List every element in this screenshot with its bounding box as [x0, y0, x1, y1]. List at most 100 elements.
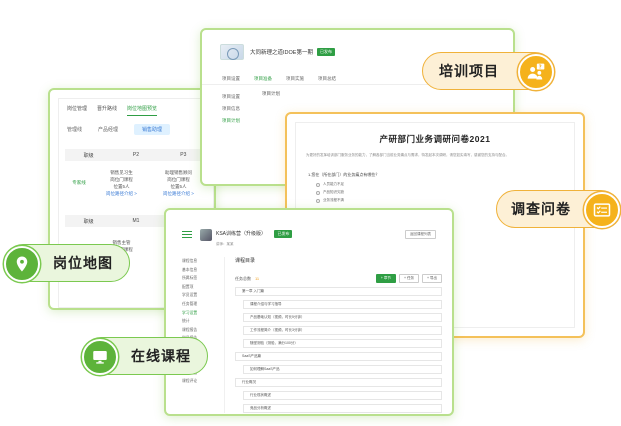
job-course: 岗位门课程: [167, 177, 190, 182]
header-p2: P2: [132, 152, 140, 158]
training-sidebar: 项目设置 项目信息 项目计划: [214, 91, 262, 127]
status-badge: 已发布: [274, 230, 293, 238]
course-sidebar: 课程信息基本信息所属标签配置项学员设置任务管理学习设置统计课程报告学员报告讲师报…: [176, 257, 224, 413]
job-title: 销售见习生: [110, 170, 133, 175]
radio-icon[interactable]: [316, 190, 320, 195]
task-item[interactable]: 随堂测验（测验，满分100分）: [243, 339, 442, 348]
tab-job-map-preview[interactable]: 岗位地图预览: [127, 105, 158, 116]
tab-project-execute[interactable]: 项目实施: [286, 76, 304, 82]
course-title-group: KSA训练营（升级版） 已发布 讲师：某某: [212, 222, 293, 247]
monitor-icon: [82, 339, 118, 375]
checklist-icon: [584, 192, 620, 228]
job-path-link[interactable]: 岗位路径介绍 >: [150, 190, 207, 197]
project-title: 大同新理之道IDOE第一期: [250, 50, 313, 56]
people-question-icon: ?: [518, 54, 554, 90]
course-body: 课程信息基本信息所属标签配置项学员设置任务管理学习设置统计课程报告学员报告讲师报…: [166, 251, 452, 414]
menu-icon[interactable]: [182, 230, 192, 239]
job-cell[interactable]: 助理销售顾问 岗位门课程 位置5人 岗位路径介绍 >: [150, 169, 207, 197]
job-map-header: 职级 P2 P3: [65, 149, 207, 161]
training-project-badge[interactable]: 培训项目 ?: [422, 52, 554, 90]
task-item[interactable]: 如何理解SaaS产品: [243, 365, 442, 374]
svg-text:?: ?: [539, 65, 543, 71]
badge-label: 岗位地图: [53, 255, 113, 271]
add-chapter-button[interactable]: + 章节: [375, 274, 396, 283]
badge-label: 在线课程: [131, 348, 191, 364]
status-badge: 已发布: [316, 48, 335, 56]
subtab-product-manager[interactable]: 产品经理: [98, 126, 118, 133]
sidebar-item-settings[interactable]: 项目设置: [222, 91, 262, 103]
chapter-list: 第一章 入门篇课程介绍与学习指导 产品基础认知（视频，时长5分钟） 工作流程简介（视…: [235, 287, 442, 413]
sidebar-item[interactable]: 统计: [182, 317, 224, 326]
course-thumbnail: [200, 228, 212, 241]
row-label: 专家线: [72, 180, 86, 185]
sidebar-item[interactable]: 基本信息: [182, 266, 224, 275]
survey-question: 1.您在（所在部门）的业务痛点有哪些？: [308, 172, 380, 177]
job-map-tabs: 岗位管理 晋升路线 岗位地图预览: [59, 99, 213, 116]
course-subtitle: 讲师：某某: [216, 242, 234, 246]
project-thumbnail: [220, 44, 244, 60]
survey-title: 产研部门业务调研问卷2021: [379, 134, 491, 144]
job-map-badge[interactable]: 岗位地图: [4, 244, 130, 282]
job-map-subtabs: 管理线 产品经理 销售助理: [59, 116, 213, 139]
job-seats: 位置5人: [170, 184, 187, 189]
tab-job-manage[interactable]: 岗位管理: [67, 105, 87, 116]
job-seats: 位置5人: [113, 184, 130, 189]
job-cell[interactable]: 销售见习生 岗位门课程 位置5人 岗位路径介绍 >: [93, 169, 150, 197]
subtab-sales-assistant[interactable]: 销售助理: [134, 124, 171, 135]
task-count: 11: [255, 276, 260, 281]
online-course-card: KSA训练营（升级版） 已发布 讲师：某某 返回课程列表 课程信息 基本信息 所属标…: [164, 208, 454, 416]
subtab-management-line[interactable]: 管理线: [67, 126, 82, 133]
sidebar-item[interactable]: 学员设置: [182, 291, 224, 300]
course-main: 课程目录 任务总数 11 + 章节 + 任务 + 导出 第一章 入门篇课程介绍与…: [224, 257, 442, 413]
catalog-toolbar: 任务总数 11 + 章节 + 任务 + 导出: [235, 274, 442, 283]
badge-label: 培训项目: [439, 63, 499, 79]
job-path-link[interactable]: 岗位路径介绍 >: [93, 190, 150, 197]
header-rank: 职级: [83, 218, 94, 225]
sidebar-item[interactable]: 课程信息: [182, 257, 224, 266]
task-item[interactable]: 课程介绍与学习指导: [243, 300, 442, 309]
sidebar-item-info[interactable]: 项目信息: [222, 103, 262, 115]
radio-icon[interactable]: [316, 182, 320, 187]
sidebar-item[interactable]: 配置项: [182, 283, 224, 292]
back-to-list-button[interactable]: 返回课程列表: [405, 230, 436, 239]
badge-label: 调查问卷: [511, 201, 571, 217]
chapter-item[interactable]: 行业概况: [235, 378, 442, 387]
task-count-label: 任务总数: [235, 275, 251, 281]
tab-project-settings[interactable]: 项目设置: [222, 76, 240, 82]
sidebar-item[interactable]: 学习设置: [182, 309, 224, 318]
header-rank: 职级: [83, 152, 94, 159]
export-button[interactable]: + 导出: [421, 274, 442, 283]
sidebar-item[interactable]: 课程评论: [182, 377, 224, 386]
chapter-item[interactable]: 第一章 入门篇: [235, 287, 442, 296]
survey-option[interactable]: 人员能力不足: [316, 182, 554, 187]
option-label: 产品知识欠缺: [323, 190, 344, 194]
task-item[interactable]: 行业现状概述: [243, 391, 442, 400]
sidebar-item-plan[interactable]: 项目计划: [222, 115, 262, 127]
add-task-button[interactable]: + 任务: [398, 274, 419, 283]
task-item[interactable]: 竞品分析概述: [243, 404, 442, 413]
online-course-badge[interactable]: 在线课程: [82, 337, 208, 375]
radio-icon[interactable]: [316, 198, 320, 203]
chapter-item[interactable]: SaaS产品篇: [235, 352, 442, 361]
catalog-buttons: + 章节 + 任务 + 导出: [375, 274, 442, 283]
option-label: 人员能力不足: [323, 182, 344, 186]
job-map-row: 专家线 销售见习生 岗位门课程 位置5人 岗位路径介绍 > 助理销售顾问 岗位门…: [65, 161, 207, 205]
sidebar-item[interactable]: 任务管理: [182, 300, 224, 309]
tab-project-summary[interactable]: 项目总结: [318, 76, 336, 82]
course-header: KSA训练营（升级版） 已发布 讲师：某某 返回课程列表: [166, 210, 452, 251]
job-course: 岗位门课程: [110, 177, 133, 182]
tab-project-prepare[interactable]: 项目准备: [254, 76, 272, 82]
section-title: 项目计划: [262, 91, 280, 96]
task-item[interactable]: 产品基础认知（视频，时长5分钟）: [243, 313, 442, 322]
survey-description: 为更好的发挥培训部门服务业务的能力，了解各部门当前业务痛点与需求，特发起本次调研…: [306, 153, 509, 157]
sidebar-item[interactable]: 课程报告: [182, 326, 224, 335]
map-pin-icon: [4, 246, 40, 282]
task-item[interactable]: 工作流程简介（视频，时长3分钟）: [243, 326, 442, 335]
tab-promotion-route[interactable]: 晋升路线: [97, 105, 117, 116]
header-m1: M1: [132, 218, 140, 224]
sidebar-item[interactable]: 所属标签: [182, 274, 224, 283]
option-label: 业务流程不清: [323, 198, 344, 202]
survey-badge[interactable]: 调查问卷: [496, 190, 620, 228]
course-title: KSA训练营（升级版）: [216, 231, 267, 237]
catalog-title: 课程目录: [235, 258, 256, 264]
